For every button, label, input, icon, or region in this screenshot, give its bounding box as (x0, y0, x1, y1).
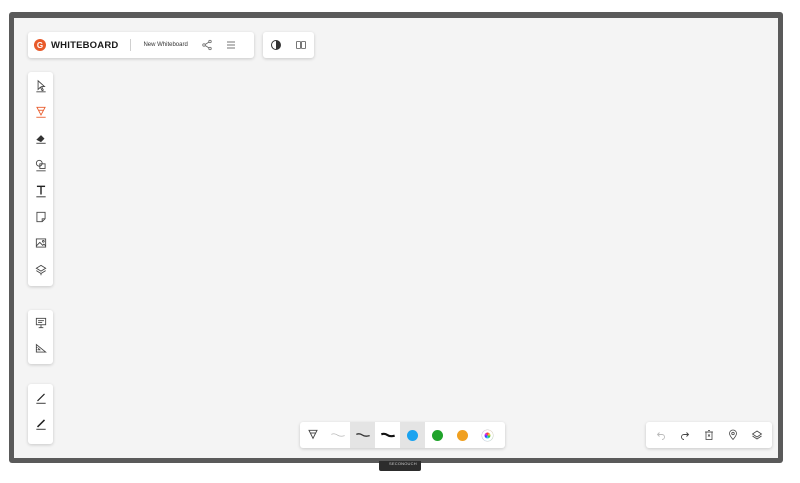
image-tool-button[interactable] (32, 234, 50, 254)
contrast-icon (270, 40, 281, 50)
redo-button[interactable] (677, 427, 693, 443)
color-swatch-green (432, 429, 443, 441)
share-icon (202, 39, 212, 51)
split-view-button[interactable] (294, 38, 308, 52)
tools-panel-secondary (28, 310, 53, 364)
stroke-medium-button[interactable] (350, 422, 375, 448)
shapes-tool-button[interactable] (32, 155, 50, 175)
contrast-toggle-button[interactable] (269, 38, 283, 52)
layers-icon (751, 430, 763, 440)
hamburger-menu-icon (226, 41, 235, 49)
stroke-thick-button[interactable] (375, 422, 400, 448)
color-button-1[interactable] (400, 422, 425, 448)
stamp-icon (35, 264, 46, 275)
stamp-tool-button[interactable] (32, 260, 50, 280)
canvas[interactable] (14, 18, 778, 458)
sticky-note-tool-button[interactable] (32, 207, 50, 227)
select-icon (35, 79, 46, 93)
clear-board-button[interactable] (701, 427, 717, 443)
sticky-note-icon (35, 212, 46, 223)
stand-label: SECONOUCH (389, 461, 417, 466)
pen-icon (35, 107, 46, 118)
image-icon (35, 238, 46, 248)
actions-toolbar (646, 422, 772, 448)
location-pin-icon (729, 429, 737, 441)
text-icon (35, 185, 46, 198)
color-swatch-orange (457, 429, 468, 441)
header-panel: G WHITEBOARD New Whiteboard (28, 32, 254, 58)
ruler-icon (35, 343, 47, 353)
app-title: WHITEBOARD (51, 39, 119, 51)
color-button-2[interactable] (425, 422, 450, 448)
pen-quick-icon (35, 393, 46, 404)
shapes-icon (35, 159, 46, 171)
text-tool-button[interactable] (32, 181, 50, 201)
marker-quick-icon (35, 419, 46, 430)
eraser-icon (35, 135, 46, 145)
app-logo-icon: G (34, 39, 46, 51)
trash-icon (705, 430, 713, 440)
share-button[interactable] (200, 38, 214, 52)
stroke-thin-icon (330, 433, 345, 437)
quick-pen-button[interactable] (32, 388, 50, 408)
eraser-tool-button[interactable] (32, 129, 50, 149)
stroke-medium-icon (355, 433, 370, 437)
select-tool-button[interactable] (32, 76, 50, 96)
undo-icon (656, 432, 665, 440)
color-button-3[interactable] (450, 422, 475, 448)
view-panel (263, 32, 314, 58)
quick-marker-button[interactable] (32, 414, 50, 434)
presentation-tool-button[interactable] (32, 314, 50, 333)
color-wheel-icon (482, 429, 493, 441)
pen-type-button[interactable] (300, 422, 325, 448)
board-name[interactable]: New Whiteboard (143, 42, 187, 48)
presentation-icon (35, 318, 46, 329)
color-swatch-blue (407, 429, 418, 441)
menu-button[interactable] (224, 38, 238, 52)
pen-tip-icon (307, 429, 318, 440)
split-view-icon (296, 41, 307, 49)
undo-button[interactable] (653, 427, 669, 443)
locate-button[interactable] (725, 427, 741, 443)
color-picker-button[interactable] (475, 422, 500, 448)
tools-panel-quick (28, 384, 53, 444)
layers-button[interactable] (749, 427, 765, 443)
header-divider (130, 39, 132, 51)
stroke-thin-button[interactable] (325, 422, 350, 448)
tools-panel (28, 72, 53, 286)
stroke-thick-icon (380, 432, 395, 438)
stroke-toolbar (300, 422, 505, 448)
redo-icon (681, 432, 690, 440)
pen-tool-button[interactable] (32, 102, 50, 122)
ruler-tool-button[interactable] (32, 339, 50, 358)
